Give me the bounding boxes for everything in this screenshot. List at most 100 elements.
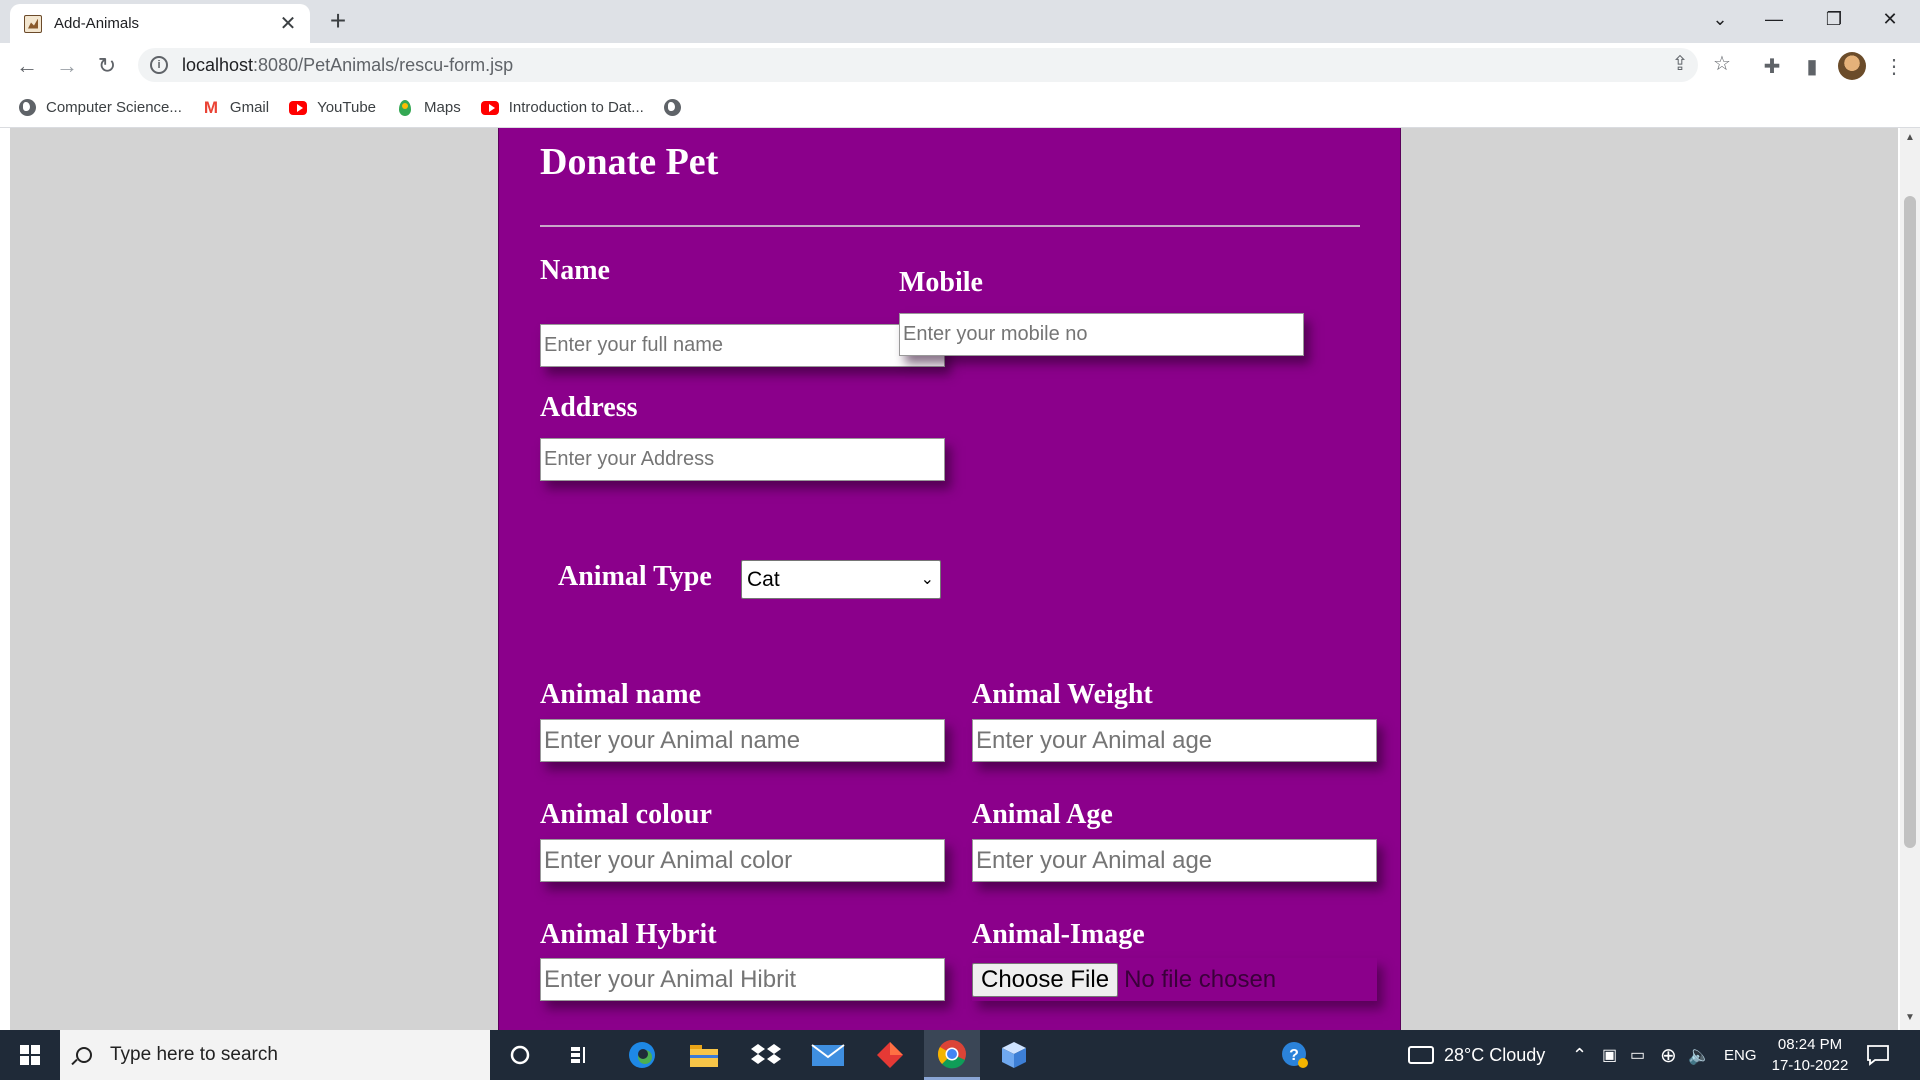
site-favicon-icon	[24, 14, 42, 33]
meet-now-icon[interactable]: ▣	[1602, 1030, 1617, 1080]
taskbar-edge[interactable]	[614, 1030, 670, 1080]
restore-button[interactable]: ❐	[1806, 0, 1862, 38]
svg-text:?: ?	[1289, 1047, 1299, 1064]
language-indicator[interactable]: ENG	[1724, 1030, 1757, 1080]
start-button[interactable]	[0, 1030, 60, 1080]
bookmark-globe[interactable]	[664, 99, 692, 117]
search-icon	[76, 1047, 92, 1063]
animal-image-file-input[interactable]: Choose File No file chosen	[972, 958, 1377, 1001]
animal-type-value: Cat	[747, 567, 780, 591]
dropbox-icon	[751, 1044, 781, 1064]
scroll-down-arrow-icon[interactable]: ▼	[1900, 1012, 1920, 1023]
url-path: :8080/PetAnimals/rescu-form.jsp	[253, 54, 514, 75]
animal-colour-label: Animal colour	[540, 799, 712, 830]
reload-button[interactable]: ↻	[90, 49, 124, 83]
address-input[interactable]: Enter your Address	[540, 438, 945, 481]
bookmark-label: Introduction to Dat...	[508, 99, 644, 116]
back-button[interactable]: ←	[10, 49, 44, 83]
bookmarks-bar: Computer Science... M Gmail YouTube Maps…	[0, 88, 1920, 128]
volume-icon[interactable]: 🔈	[1688, 1030, 1710, 1080]
tab-strip: Add-Animals ✕ + ⌄ — ❐ ✕	[0, 0, 1920, 43]
file-status-text: No file chosen	[1124, 965, 1277, 993]
animal-colour-input[interactable]: Enter your Animal color	[540, 839, 945, 882]
taskbar-cube-app[interactable]	[986, 1030, 1042, 1080]
choose-file-button[interactable]: Choose File	[972, 962, 1119, 997]
search-placeholder: Type here to search	[110, 1044, 278, 1065]
task-view-icon	[571, 1047, 585, 1063]
bookmark-gmail[interactable]: M Gmail	[202, 98, 270, 117]
bookmark-label: Computer Science...	[46, 99, 182, 116]
animal-type-label: Animal Type	[558, 561, 712, 592]
close-tab-icon[interactable]: ✕	[278, 11, 298, 36]
cortana-circle-icon	[510, 1045, 530, 1065]
bookmark-label: Maps	[424, 99, 461, 116]
tab-title: Add-Animals	[54, 15, 140, 32]
menu-kebab-icon[interactable]: ⋮	[1878, 50, 1910, 82]
battery-icon[interactable]: ▭	[1630, 1030, 1645, 1080]
bookmark-label: Gmail	[229, 99, 270, 116]
page-scrollbar[interactable]: ▲ ▼	[1900, 128, 1920, 1030]
animal-type-select[interactable]: Cat ⌄	[741, 560, 941, 599]
animal-hybrit-label: Animal Hybrit	[540, 919, 717, 950]
folder-icon	[690, 1045, 718, 1067]
animal-weight-label: Animal Weight	[972, 679, 1153, 710]
bookmark-introduction-to-data[interactable]: Introduction to Dat...	[480, 99, 644, 117]
bookmark-youtube[interactable]: YouTube	[289, 99, 376, 117]
bookmark-computer-science[interactable]: Computer Science...	[18, 99, 182, 117]
close-window-button[interactable]: ✕	[1862, 0, 1918, 38]
clock-time: 08:24 PM	[1777, 1036, 1843, 1053]
animal-weight-input[interactable]: Enter your Animal age	[972, 719, 1377, 762]
forward-button[interactable]: →	[50, 49, 84, 83]
taskbar-chrome[interactable]	[924, 1030, 980, 1080]
mobile-input[interactable]: Enter your mobile no	[899, 313, 1304, 356]
site-info-icon[interactable]: i	[150, 56, 168, 74]
red-diamond-app-icon	[877, 1042, 903, 1068]
profile-avatar[interactable]	[1836, 50, 1868, 82]
taskbar-search-box[interactable]: Type here to search	[60, 1030, 490, 1080]
address-bar[interactable]: i localhost:8080/PetAnimals/rescu-form.j…	[138, 48, 1698, 82]
animal-age-label: Animal Age	[972, 799, 1113, 830]
name-input[interactable]: Enter your full name	[540, 324, 945, 367]
scroll-up-arrow-icon[interactable]: ▲	[1900, 132, 1920, 143]
bookmark-star-icon[interactable]: ☆	[1708, 51, 1736, 76]
cube-app-icon	[1002, 1042, 1026, 1068]
weather-widget[interactable]: 28°C Cloudy	[1408, 1030, 1545, 1080]
weather-text: 28°C Cloudy	[1444, 1044, 1546, 1065]
taskbar-dropbox[interactable]	[738, 1030, 794, 1080]
notifications-icon[interactable]	[1866, 1030, 1890, 1080]
show-hidden-icons-chevron-icon[interactable]: ⌃	[1572, 1030, 1587, 1080]
bookmark-maps[interactable]: Maps	[396, 99, 461, 117]
taskbar-file-explorer[interactable]	[676, 1030, 732, 1080]
donate-pet-form: Donate Pet Name Mobile Enter your full n…	[498, 128, 1401, 1030]
scrollbar-thumb[interactable]	[1904, 196, 1916, 848]
animal-name-input[interactable]: Enter your Animal name	[540, 719, 945, 762]
animal-hybrit-input[interactable]: Enter your Animal Hibrit	[540, 958, 945, 1001]
title-divider	[540, 225, 1360, 227]
globe-icon	[18, 99, 36, 117]
bookmark-label: YouTube	[317, 99, 377, 116]
side-panel-icon[interactable]: ▮	[1796, 50, 1828, 82]
tab-search-chevron-icon[interactable]: ⌄	[1692, 0, 1748, 38]
maps-icon	[396, 99, 414, 117]
edge-icon	[629, 1042, 655, 1068]
chevron-down-icon: ⌄	[920, 571, 934, 588]
taskbar-red-app[interactable]	[862, 1030, 918, 1080]
help-icon[interactable]: ?	[1280, 1030, 1310, 1080]
taskbar-clock[interactable]: 08:24 PM 17-10-2022	[1760, 1034, 1860, 1076]
windows-logo-icon	[20, 1045, 40, 1065]
globe-icon	[664, 99, 682, 117]
page-viewport: Donate Pet Name Mobile Enter your full n…	[0, 128, 1920, 1030]
extensions-puzzle-icon[interactable]: ✚	[1756, 50, 1788, 82]
clock-date: 17-10-2022	[1771, 1057, 1849, 1074]
new-tab-button[interactable]: +	[323, 6, 353, 36]
task-view-button[interactable]	[552, 1030, 608, 1080]
taskbar-mail[interactable]	[800, 1030, 856, 1080]
browser-tab[interactable]: Add-Animals ✕	[10, 4, 310, 43]
url-host: localhost	[182, 54, 254, 75]
share-icon[interactable]: ⇪	[1666, 51, 1694, 76]
animal-age-input[interactable]: Enter your Animal age	[972, 839, 1377, 882]
avatar	[1838, 52, 1866, 80]
minimize-button[interactable]: —	[1746, 0, 1802, 38]
network-globe-icon[interactable]: ⊕	[1660, 1030, 1677, 1080]
cortana-button[interactable]	[492, 1030, 548, 1080]
